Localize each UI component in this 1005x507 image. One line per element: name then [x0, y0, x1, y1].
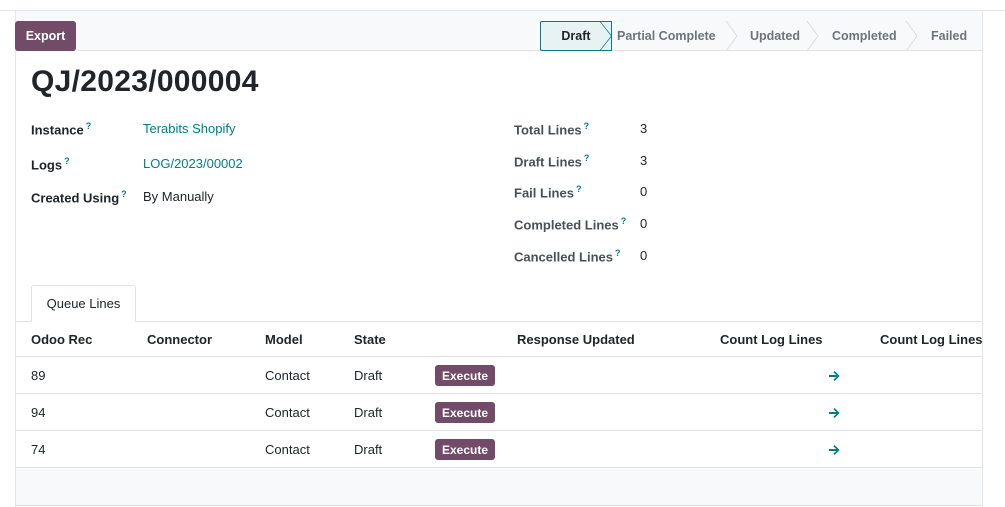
- table-footer-border: [16, 505, 982, 506]
- logs-link[interactable]: LOG/2023/00002: [143, 156, 243, 171]
- total-lines-value: 3: [640, 121, 648, 136]
- draft-lines-label: Draft Lines?: [514, 153, 590, 170]
- table-footer: [16, 469, 982, 505]
- draft-lines-value: 3: [640, 153, 648, 168]
- help-icon[interactable]: ?: [621, 216, 627, 226]
- fail-lines-value: 0: [640, 184, 648, 199]
- stage-failed[interactable]: Failed: [931, 21, 967, 51]
- execute-button[interactable]: Execute: [435, 402, 495, 423]
- fail-lines-label: Fail Lines?: [514, 184, 582, 201]
- frame-right-border: [982, 10, 983, 507]
- table-row[interactable]: 74 Contact Draft Execute: [16, 431, 982, 468]
- help-icon[interactable]: ?: [576, 184, 582, 194]
- help-icon[interactable]: ?: [615, 248, 621, 258]
- column-header-response-updated[interactable]: Response Updated: [517, 332, 635, 347]
- column-header-state[interactable]: State: [354, 332, 386, 347]
- created-using-value: By Manually: [143, 189, 214, 204]
- stage-separator: [905, 21, 919, 51]
- tab-queue-lines-label: Queue Lines: [46, 296, 121, 311]
- column-header-count-log-lines[interactable]: Count Log Lines: [880, 332, 983, 347]
- cell-model: Contact: [265, 442, 310, 457]
- arrow-right-icon[interactable]: [824, 441, 844, 459]
- tab-queue-lines[interactable]: Queue Lines: [31, 285, 136, 322]
- stage-failed-label: Failed: [931, 29, 968, 43]
- instance-label: Instance?: [31, 121, 92, 138]
- table-row[interactable]: 94 Contact Draft Execute: [16, 394, 982, 431]
- stage-completed[interactable]: Completed: [832, 21, 897, 51]
- stage-separator: [806, 21, 820, 51]
- cell-model: Contact: [265, 368, 310, 383]
- tab-bar-border: [16, 321, 982, 322]
- stage-updated[interactable]: Updated: [750, 21, 800, 51]
- column-header-connector[interactable]: Connector: [147, 332, 212, 347]
- cell-odoo-rec: 94: [31, 405, 46, 420]
- column-header-odoo-rec[interactable]: Odoo Rec: [31, 332, 92, 347]
- cancelled-lines-value: 0: [640, 248, 648, 263]
- completed-lines-label: Completed Lines?: [514, 216, 627, 233]
- logs-label: Logs?: [31, 156, 70, 173]
- execute-button[interactable]: Execute: [435, 439, 495, 460]
- cancelled-lines-label: Cancelled Lines?: [514, 248, 621, 265]
- stage-partial-complete[interactable]: Partial Complete: [617, 21, 716, 51]
- completed-lines-value: 0: [640, 216, 648, 231]
- stage-partial-complete-label: Partial Complete: [617, 29, 716, 43]
- export-button[interactable]: Export: [15, 21, 76, 51]
- execute-button[interactable]: Execute: [435, 365, 495, 386]
- total-lines-label: Total Lines?: [514, 121, 590, 138]
- instance-link[interactable]: Terabits Shopify: [143, 121, 236, 136]
- cell-state: Draft: [354, 405, 383, 420]
- help-icon[interactable]: ?: [584, 121, 590, 131]
- stage-separator: [725, 21, 739, 51]
- cell-odoo-rec: 74: [31, 442, 46, 457]
- column-header-model[interactable]: Model: [265, 332, 303, 347]
- stage-updated-label: Updated: [750, 29, 800, 43]
- help-icon[interactable]: ?: [64, 156, 70, 166]
- cell-state: Draft: [354, 368, 383, 383]
- stage-draft-arrow-fill: [600, 22, 611, 50]
- cell-model: Contact: [265, 405, 310, 420]
- record-title: QJ/2023/000004: [31, 65, 259, 98]
- arrow-right-icon[interactable]: [824, 367, 844, 385]
- cell-state: Draft: [354, 442, 383, 457]
- stage-draft-label: Draft: [561, 29, 591, 43]
- column-header-count-log-lines[interactable]: Count Log Lines: [720, 332, 823, 347]
- help-icon[interactable]: ?: [584, 153, 590, 163]
- help-icon[interactable]: ?: [121, 189, 127, 199]
- help-icon[interactable]: ?: [86, 121, 92, 131]
- stage-completed-label: Completed: [832, 29, 897, 43]
- cell-odoo-rec: 89: [31, 368, 46, 383]
- created-using-label: Created Using?: [31, 189, 127, 206]
- table-row[interactable]: 89 Contact Draft Execute: [16, 357, 982, 394]
- arrow-right-icon[interactable]: [824, 404, 844, 422]
